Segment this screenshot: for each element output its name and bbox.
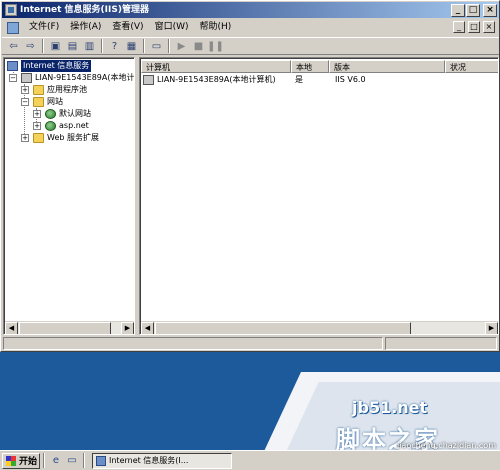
menu-view[interactable]: 查看(V) [109, 19, 151, 36]
website-icon [45, 121, 56, 131]
start-icon[interactable]: ▶ [173, 39, 190, 54]
iis-manager-window: Internet 信息服务(IIS)管理器 _ □ × 文件(F) 操作(A) … [0, 0, 500, 352]
website-icon [45, 109, 56, 119]
child-window-controls: _ □ × [453, 21, 495, 33]
tree-item-server[interactable]: − LIAN-9E1543E89A(本地计 [9, 72, 135, 84]
scroll-right-button[interactable]: ▶ [121, 322, 134, 334]
cell-local: 是 [295, 75, 303, 84]
back-icon[interactable]: ⇦ [5, 39, 22, 54]
folder-open-icon [33, 97, 44, 107]
pause-icon[interactable]: ❚❚ [207, 39, 224, 54]
tree-label: 默认网站 [59, 109, 91, 118]
status-bar [3, 337, 499, 350]
forward-icon[interactable]: ⇨ [22, 39, 39, 54]
expand-icon[interactable]: + [33, 122, 41, 130]
scroll-right-button[interactable]: ▶ [485, 322, 498, 334]
toolbar-separator [101, 39, 103, 53]
iis-icon [96, 455, 106, 466]
menu-action[interactable]: 操作(A) [67, 19, 109, 36]
app-icon[interactable] [5, 4, 17, 16]
cell-version: IIS V6.0 [335, 75, 366, 84]
export-icon[interactable]: ▦ [123, 39, 140, 54]
close-button[interactable]: × [483, 4, 497, 17]
scroll-left-button[interactable]: ◀ [141, 322, 154, 334]
ie-quicklaunch-icon[interactable]: e [48, 453, 64, 468]
start-label: 开始 [19, 457, 38, 467]
tree-label: asp.net [59, 121, 89, 130]
tree-item-websites[interactable]: − 网站 [21, 96, 63, 108]
cell-status [449, 74, 498, 86]
computer-icon [21, 73, 32, 83]
computer-icon[interactable]: ▭ [148, 39, 165, 54]
details-pane[interactable]: 计算机 本地 版本 状况 LIAN-9E1543E89A(本地计算机) 是 II… [139, 57, 499, 335]
taskbar-separator [83, 453, 85, 468]
tree-item-app-pools[interactable]: + 应用程序池 [21, 84, 87, 96]
minimize-button[interactable]: _ [451, 4, 465, 17]
show-tree-icon[interactable]: ▤ [64, 39, 81, 54]
help-icon[interactable]: ? [106, 39, 123, 54]
up-icon[interactable]: ▣ [47, 39, 64, 54]
menu-window[interactable]: 窗口(W) [152, 19, 197, 36]
folder-icon [33, 85, 44, 95]
desktop-quicklaunch-icon[interactable]: ▭ [64, 453, 80, 468]
tree-label: 应用程序池 [47, 85, 87, 94]
taskbar-window-button[interactable]: Internet 信息服务(I... [92, 452, 232, 469]
tree-item-default-site[interactable]: + 默认网站 [33, 108, 91, 120]
iis-icon [7, 61, 18, 71]
document-icon[interactable] [6, 21, 20, 34]
tree-item-web-extensions[interactable]: + Web 服务扩展 [21, 132, 99, 144]
menu-file[interactable]: 文件(F) [26, 19, 67, 36]
desktop-background: jb51.net 脚本之家 jiaocheng.chazidian.com [0, 352, 500, 450]
column-header-local[interactable]: 本地 [291, 60, 329, 73]
cell-computer: LIAN-9E1543E89A(本地计算机) [157, 75, 276, 84]
stop-icon[interactable]: ■ [190, 39, 207, 54]
list-horizontal-scrollbar[interactable]: ◀ ▶ [141, 321, 498, 334]
collapse-icon[interactable]: − [21, 98, 29, 106]
window-title: Internet 信息服务(IIS)管理器 [20, 5, 149, 15]
taskbar-separator [43, 453, 45, 468]
toolbar-separator [143, 39, 145, 53]
collapse-icon[interactable]: − [9, 74, 17, 82]
watermark-site: jb51.net [352, 398, 428, 417]
tree-pane[interactable]: Internet 信息服务 − LIAN-9E1543E89A(本地计 + 应用… [3, 57, 135, 335]
menu-bar: 文件(F) 操作(A) 查看(V) 窗口(W) 帮助(H) _ □ × [2, 19, 499, 36]
column-header-computer[interactable]: 计算机 [141, 60, 291, 73]
column-header-status[interactable]: 状况 [445, 60, 498, 73]
tree-label: Web 服务扩展 [47, 133, 99, 142]
tree-item-aspnet[interactable]: + asp.net [33, 120, 89, 132]
scroll-thumb[interactable] [19, 322, 111, 334]
start-button[interactable]: 开始 [2, 452, 40, 469]
windows-logo-icon [6, 455, 16, 466]
folder-icon [33, 133, 44, 143]
window-controls: _ □ × [451, 4, 497, 18]
scroll-left-button[interactable]: ◀ [5, 322, 18, 334]
computer-icon [143, 75, 154, 85]
tree-item-root[interactable]: Internet 信息服务 [7, 60, 92, 72]
column-header-version[interactable]: 版本 [329, 60, 445, 73]
toolbar: ⇦ ⇨ ▣ ▤ ▥ ? ▦ ▭ ▶ ■ ❚❚ [2, 37, 499, 55]
scroll-thumb[interactable] [155, 322, 411, 334]
status-segment [3, 337, 383, 350]
title-bar[interactable]: Internet 信息服务(IIS)管理器 _ □ × [2, 2, 499, 18]
expand-icon[interactable]: + [21, 134, 29, 142]
expand-icon[interactable]: + [21, 86, 29, 94]
properties-icon[interactable]: ▥ [81, 39, 98, 54]
status-segment [385, 337, 497, 350]
child-restore-button[interactable]: □ [468, 21, 480, 33]
expand-icon[interactable]: + [33, 110, 41, 118]
tree-label: 网站 [47, 97, 63, 106]
maximize-button[interactable]: □ [466, 4, 480, 17]
tree-label: LIAN-9E1543E89A(本地计 [35, 73, 135, 82]
taskbar: 开始 e ▭ Internet 信息服务(I... [0, 450, 500, 470]
menu-help[interactable]: 帮助(H) [197, 19, 240, 36]
task-label: Internet 信息服务(I... [109, 456, 189, 465]
list-item[interactable]: LIAN-9E1543E89A(本地计算机) [143, 74, 291, 86]
child-close-button[interactable]: × [483, 21, 495, 33]
tree-horizontal-scrollbar[interactable]: ◀ ▶ [5, 321, 134, 334]
watermark-url: jiaocheng.chazidian.com [396, 441, 496, 450]
tree-label: Internet 信息服务 [21, 60, 92, 72]
toolbar-separator [168, 39, 170, 53]
toolbar-separator [42, 39, 44, 53]
child-minimize-button[interactable]: _ [453, 21, 465, 33]
